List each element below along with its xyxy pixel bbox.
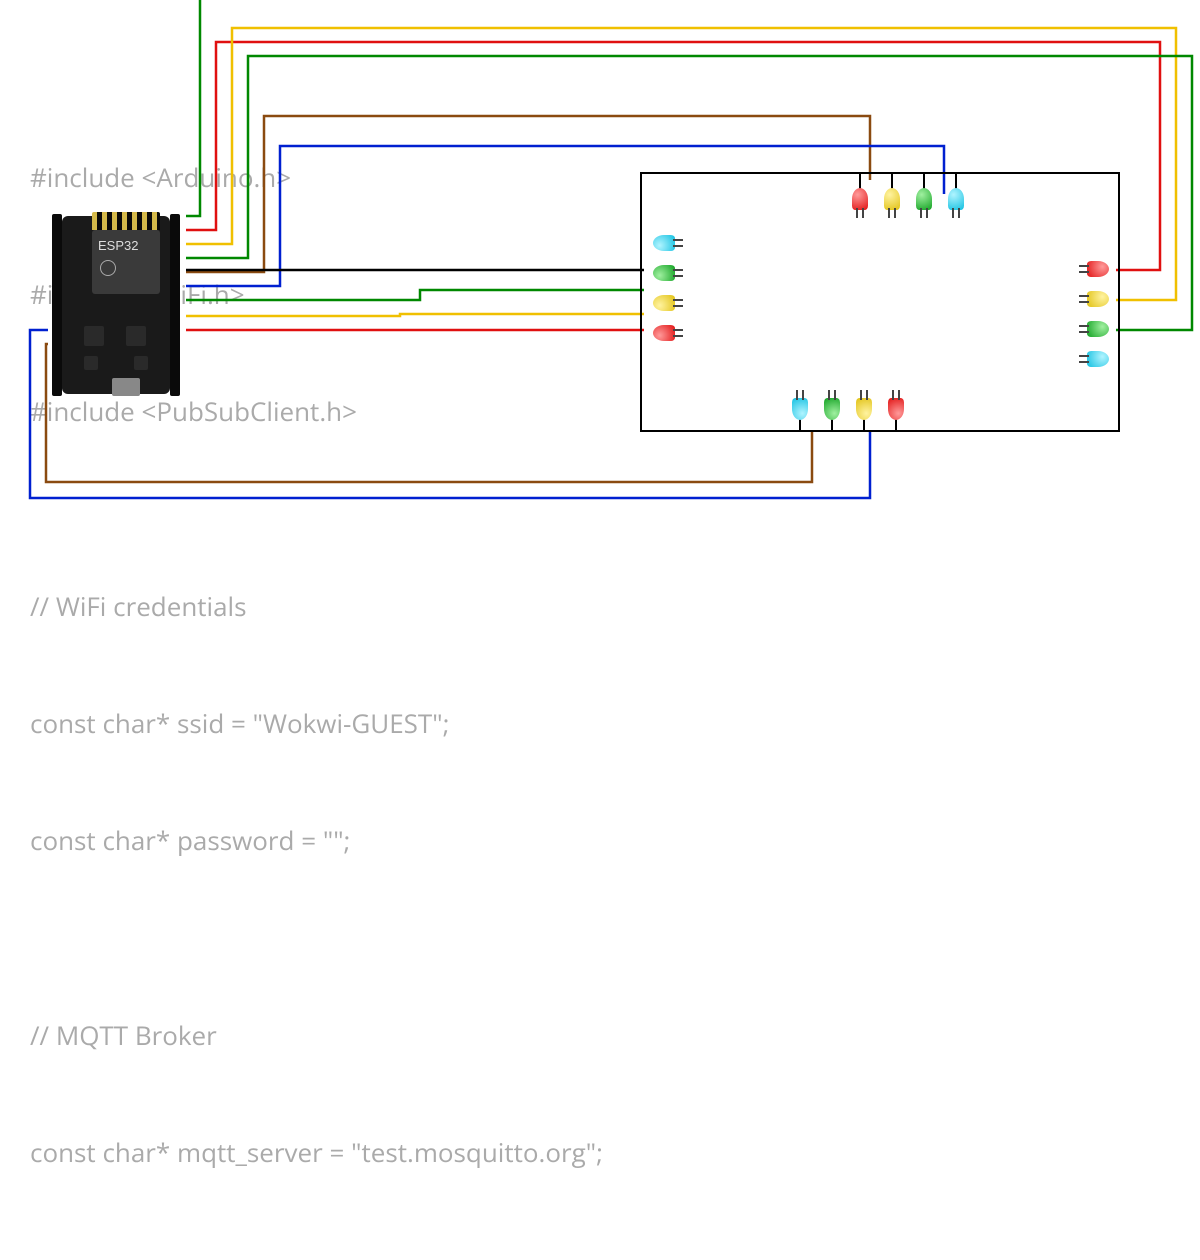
led-bottom-green[interactable] <box>824 398 840 420</box>
espressif-logo-icon <box>100 260 116 276</box>
led-right-cyan[interactable] <box>1087 351 1109 367</box>
led-left-yellow[interactable] <box>653 295 675 311</box>
button-boot[interactable] <box>134 356 148 370</box>
code-line: const char* ssid = "Wokwi-GUEST"; <box>30 704 603 743</box>
intersection-box <box>640 172 1120 432</box>
pin-header-left[interactable] <box>52 214 62 396</box>
code-line: const int mqtt_port = 1883; <box>30 1250 603 1260</box>
esp32-chip: ESP32 <box>92 230 160 294</box>
led-bottom-red[interactable] <box>888 398 904 420</box>
led-left-cyan[interactable] <box>653 235 675 251</box>
pin-header-right[interactable] <box>170 214 180 396</box>
board-pcb: ESP32 <box>62 216 170 394</box>
led-bottom-cyan[interactable] <box>792 398 808 420</box>
usb-serial-chip <box>126 326 146 346</box>
led-top-green[interactable] <box>916 188 932 210</box>
wire-green-3 <box>186 290 644 300</box>
code-line: // MQTT Broker <box>30 1016 603 1055</box>
led-bottom-yellow[interactable] <box>856 398 872 420</box>
regulator-chip <box>84 326 104 346</box>
wifi-antenna <box>92 212 160 230</box>
wire-green <box>186 0 200 216</box>
button-en[interactable] <box>84 356 98 370</box>
code-line: const char* mqtt_server = "test.mosquitt… <box>30 1133 603 1172</box>
led-right-yellow[interactable] <box>1087 291 1109 307</box>
led-top-red[interactable] <box>852 188 868 210</box>
code-line: const char* password = ""; <box>30 821 603 860</box>
led-left-red[interactable] <box>653 325 675 341</box>
chip-label: ESP32 <box>98 238 138 253</box>
led-left-green[interactable] <box>653 265 675 281</box>
led-top-yellow[interactable] <box>884 188 900 210</box>
wire-yellow-2 <box>186 314 644 316</box>
led-right-red[interactable] <box>1087 261 1109 277</box>
micro-usb-port <box>112 378 140 396</box>
led-right-green[interactable] <box>1087 321 1109 337</box>
esp32-board[interactable]: ESP32 <box>52 206 180 404</box>
led-top-cyan[interactable] <box>948 188 964 210</box>
